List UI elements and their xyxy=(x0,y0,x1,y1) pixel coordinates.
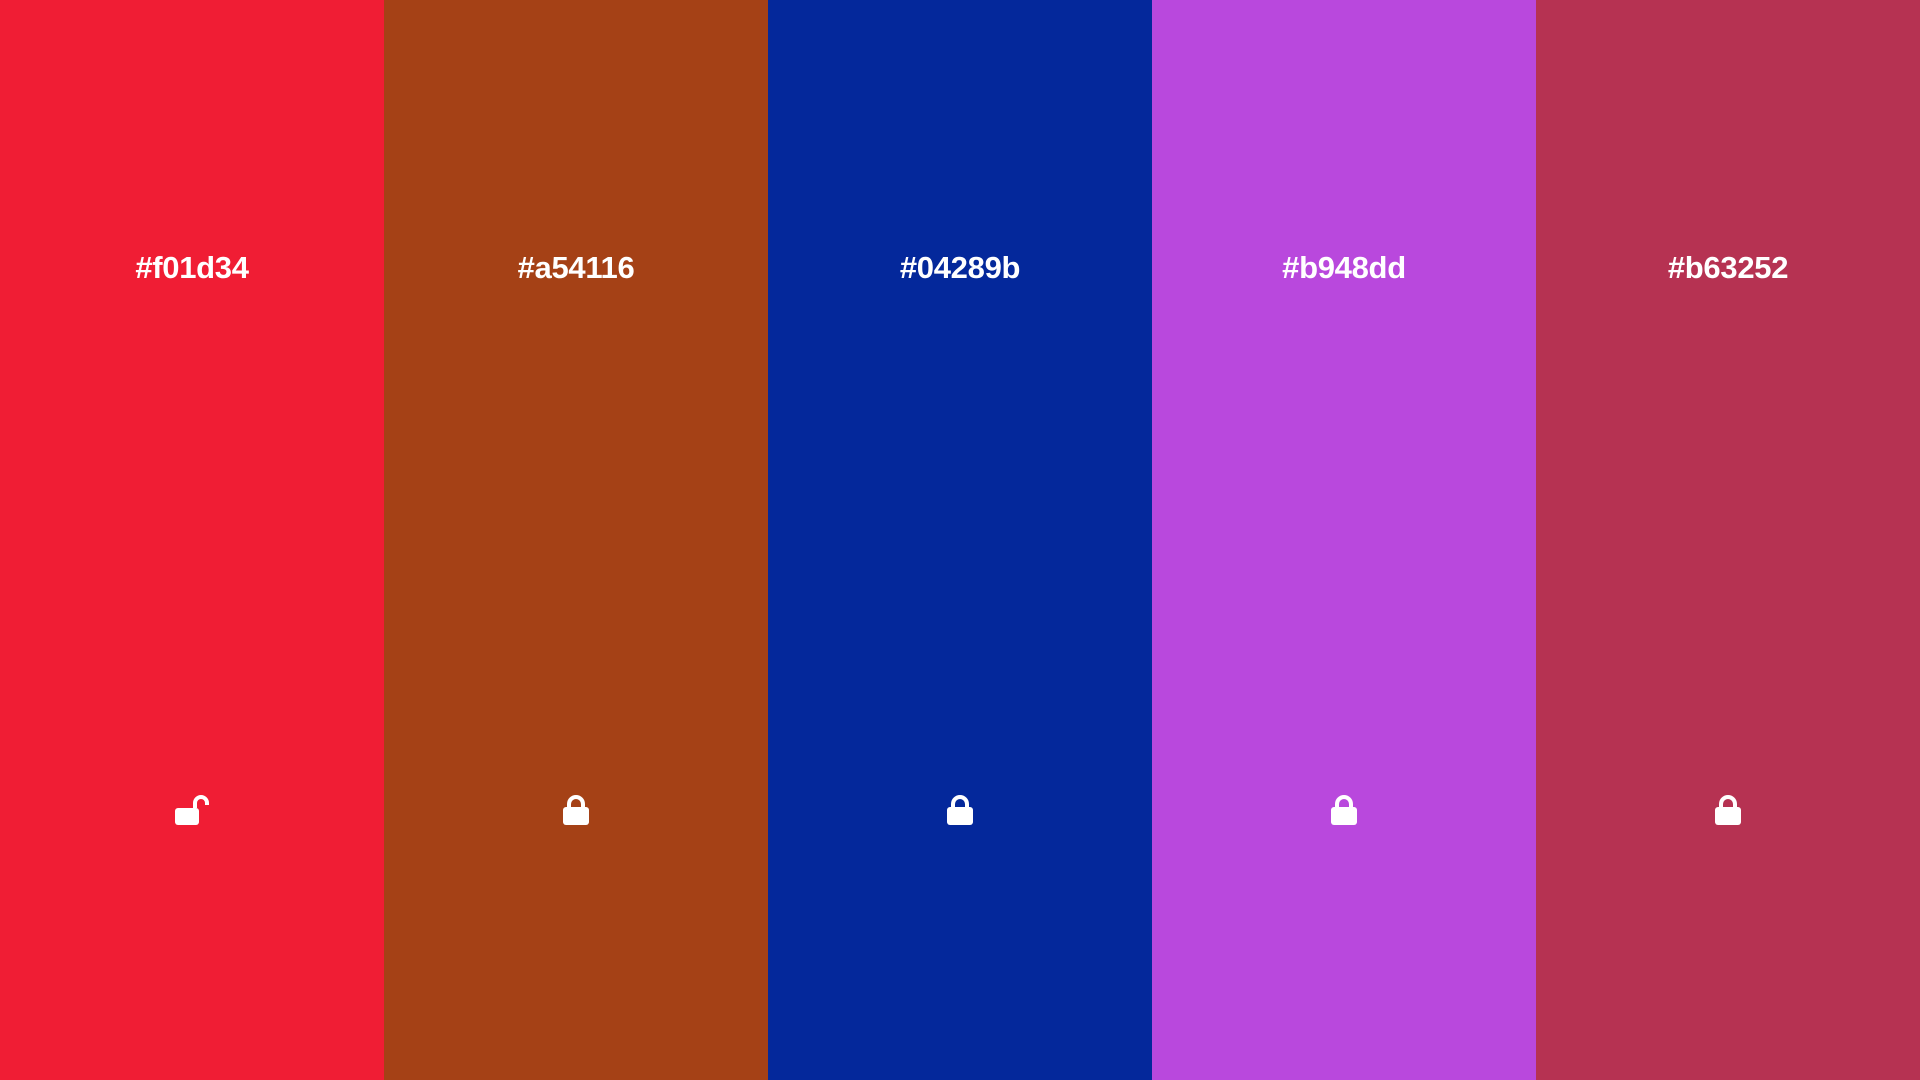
hex-code-label[interactable]: #b948dd xyxy=(1152,248,1536,288)
hex-code-label[interactable]: #f01d34 xyxy=(0,248,384,288)
locked-padlock-icon xyxy=(946,794,974,826)
locked-padlock-icon xyxy=(1714,794,1742,826)
color-swatch-5[interactable]: #b63252 xyxy=(1536,0,1920,1080)
lock-toggle-button[interactable] xyxy=(1328,794,1360,826)
color-palette: #f01d34 #a54116 #04289b #b948dd #b63252 xyxy=(0,0,1920,1080)
hex-code-label[interactable]: #b63252 xyxy=(1536,248,1920,288)
lock-toggle-button[interactable] xyxy=(1712,794,1744,826)
hex-code-label[interactable]: #04289b xyxy=(768,248,1152,288)
lock-toggle-button[interactable] xyxy=(560,794,592,826)
locked-padlock-icon xyxy=(562,794,590,826)
locked-padlock-icon xyxy=(1330,794,1358,826)
lock-toggle-button[interactable] xyxy=(944,794,976,826)
color-swatch-1[interactable]: #f01d34 xyxy=(0,0,384,1080)
color-swatch-4[interactable]: #b948dd xyxy=(1152,0,1536,1080)
color-swatch-3[interactable]: #04289b xyxy=(768,0,1152,1080)
unlocked-padlock-icon xyxy=(175,794,209,826)
color-swatch-2[interactable]: #a54116 xyxy=(384,0,768,1080)
lock-toggle-button[interactable] xyxy=(175,794,209,826)
hex-code-label[interactable]: #a54116 xyxy=(384,248,768,288)
